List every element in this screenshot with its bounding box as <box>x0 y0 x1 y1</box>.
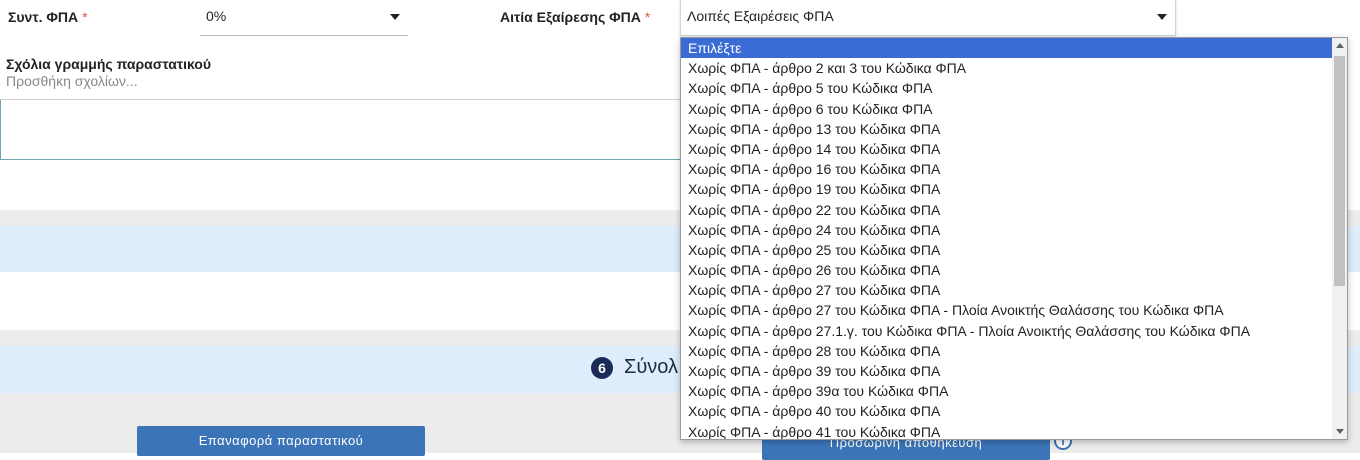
vat-rate-label-text: Συντ. ΦΠΑ <box>8 9 79 25</box>
dropdown-option[interactable]: Χωρίς ΦΠΑ - άρθρο 16 του Κώδικα ΦΠΑ <box>681 159 1347 179</box>
vat-exemption-select[interactable]: Λοιπές Εξαιρέσεις ΦΠΑ <box>680 0 1176 36</box>
scroll-up-icon[interactable] <box>1336 43 1344 48</box>
chevron-down-icon <box>390 14 400 20</box>
reset-document-button[interactable]: Επαναφορά παραστατικού <box>137 426 425 456</box>
dropdown-option[interactable]: Χωρίς ΦΠΑ - άρθρο 25 του Κώδικα ΦΠΑ <box>681 240 1347 260</box>
dropdown-option[interactable]: Χωρίς ΦΠΑ - άρθρο 13 του Κώδικα ΦΠΑ <box>681 119 1347 139</box>
vat-rate-label: Συντ. ΦΠΑ * <box>8 9 88 25</box>
required-mark: * <box>644 9 651 25</box>
dropdown-option[interactable]: Χωρίς ΦΠΑ - άρθρο 28 του Κώδικα ΦΠΑ <box>681 341 1347 361</box>
vat-exemption-options-list[interactable]: Επιλέξτε Χωρίς ΦΠΑ - άρθρο 2 και 3 του Κώ… <box>680 37 1348 440</box>
dropdown-scrollbar[interactable] <box>1332 38 1347 439</box>
scrollbar-thumb[interactable] <box>1334 56 1345 286</box>
options-container: Επιλέξτε Χωρίς ΦΠΑ - άρθρο 2 και 3 του Κώ… <box>681 38 1347 439</box>
dropdown-option[interactable]: Χωρίς ΦΠΑ - άρθρο 2 και 3 του Κώδικα ΦΠΑ <box>681 58 1347 78</box>
dropdown-option[interactable]: Χωρίς ΦΠΑ - άρθρο 27.1.γ. του Κώδικα ΦΠΑ… <box>681 321 1347 341</box>
dropdown-option[interactable]: Επιλέξτε <box>681 38 1347 59</box>
step-number-badge: 6 <box>591 357 613 379</box>
vat-exemption-label: Αιτία Εξαίρεσης ΦΠΑ * <box>500 9 650 25</box>
chevron-down-icon <box>1157 14 1167 20</box>
vat-exemption-label-text: Αιτία Εξαίρεσης ΦΠΑ <box>500 9 641 25</box>
dropdown-option[interactable]: Χωρίς ΦΠΑ - άρθρο 22 του Κώδικα ΦΠΑ <box>681 200 1347 220</box>
dropdown-option[interactable]: Χωρίς ΦΠΑ - άρθρο 6 του Κώδικα ΦΠΑ <box>681 99 1347 119</box>
dropdown-option[interactable]: Χωρίς ΦΠΑ - άρθρο 14 του Κώδικα ΦΠΑ <box>681 139 1347 159</box>
dropdown-option[interactable]: Χωρίς ΦΠΑ - άρθρο 5 του Κώδικα ΦΠΑ <box>681 78 1347 98</box>
required-mark: * <box>82 9 88 25</box>
dropdown-option[interactable]: Χωρίς ΦΠΑ - άρθρο 39 του Κώδικα ΦΠΑ <box>681 361 1347 381</box>
dropdown-option[interactable]: Χωρίς ΦΠΑ - άρθρο 40 του Κώδικα ΦΠΑ <box>681 401 1347 421</box>
comments-input-wrapper[interactable]: Προσθήκη σχολίων... <box>0 70 690 100</box>
dropdown-option[interactable]: Χωρίς ΦΠΑ - άρθρο 39α του Κώδικα ΦΠΑ <box>681 381 1347 401</box>
dropdown-option[interactable]: Χωρίς ΦΠΑ - άρθρο 27 του Κώδικα ΦΠΑ <box>681 280 1347 300</box>
scroll-down-icon[interactable] <box>1336 429 1344 434</box>
vat-rate-select[interactable]: 0% <box>200 0 408 36</box>
vat-exemption-value: Λοιπές Εξαιρέσεις ΦΠΑ <box>687 8 834 24</box>
dropdown-option[interactable]: Χωρίς ΦΠΑ - άρθρο 27 του Κώδικα ΦΠΑ - Πλ… <box>681 300 1347 320</box>
dropdown-option[interactable]: Χωρίς ΦΠΑ - άρθρο 41 του Κώδικα ΦΠΑ <box>681 422 1347 439</box>
vat-rate-value: 0% <box>206 8 227 24</box>
dropdown-option[interactable]: Χωρίς ΦΠΑ - άρθρο 24 του Κώδικα ΦΠΑ <box>681 220 1347 240</box>
comments-textarea[interactable] <box>0 100 690 160</box>
dropdown-option[interactable]: Χωρίς ΦΠΑ - άρθρο 19 του Κώδικα ΦΠΑ <box>681 179 1347 199</box>
comments-input[interactable]: Προσθήκη σχολίων... <box>0 70 690 92</box>
section-title: Σύνολ <box>624 356 679 378</box>
dropdown-option[interactable]: Χωρίς ΦΠΑ - άρθρο 26 του Κώδικα ΦΠΑ <box>681 260 1347 280</box>
